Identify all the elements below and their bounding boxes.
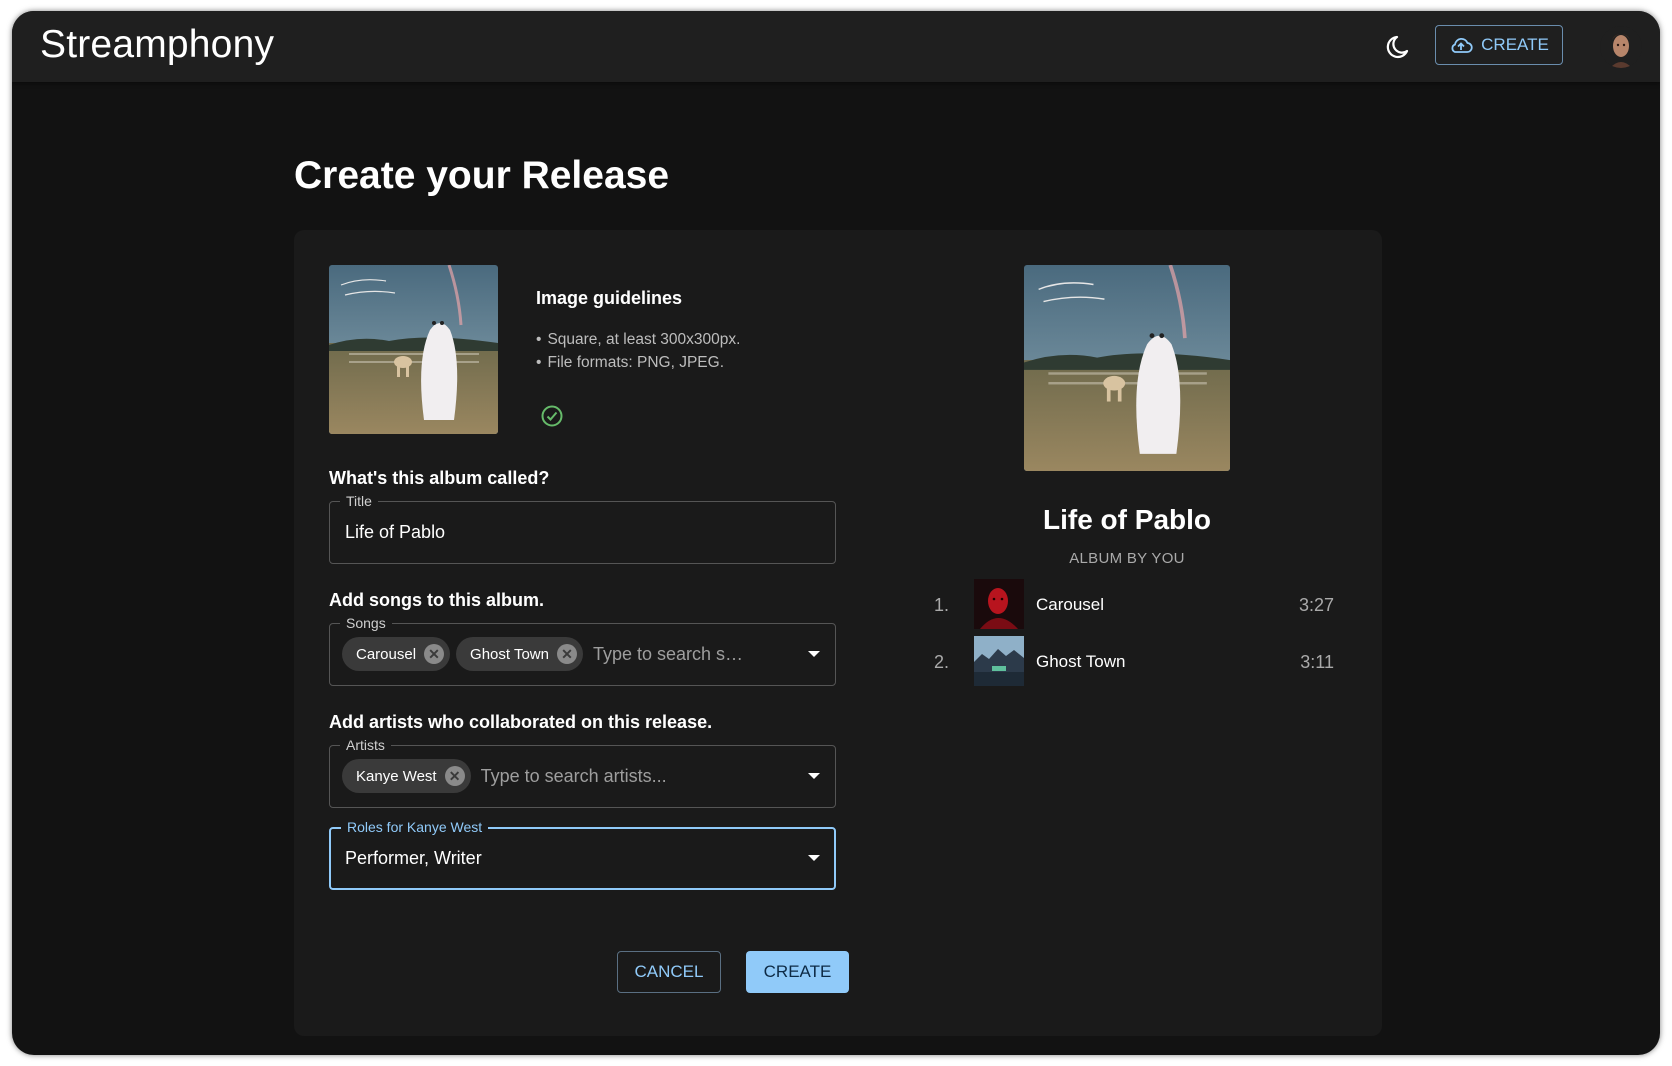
roles-select[interactable]: Roles for Kanye West Performer, Writer bbox=[329, 819, 836, 890]
artists-question: Add artists who collaborated on this rel… bbox=[329, 712, 713, 732]
title-input[interactable]: Life of Pablo bbox=[345, 522, 445, 543]
theme-toggle-button[interactable] bbox=[1376, 27, 1416, 67]
close-icon[interactable]: ✕ bbox=[424, 644, 445, 664]
user-avatar[interactable] bbox=[1600, 26, 1642, 68]
artists-field[interactable]: Artists Kanye West ✕ Type to search arti… bbox=[329, 737, 836, 808]
songs-field[interactable]: Songs Carousel ✕ Ghost Town ✕ Type to se… bbox=[329, 615, 836, 686]
chevron-down-icon[interactable] bbox=[808, 773, 820, 779]
artist-chip[interactable]: Kanye West ✕ bbox=[342, 759, 471, 793]
preview-album-subtitle: ALBUM BY YOU bbox=[1069, 550, 1185, 567]
chevron-down-icon[interactable] bbox=[808, 651, 820, 657]
songs-question: Add songs to this album. bbox=[329, 590, 544, 610]
artists-legend: Artists bbox=[340, 737, 391, 753]
roles-legend: Roles for Kanye West bbox=[341, 819, 489, 835]
song-chip[interactable]: Carousel ✕ bbox=[342, 637, 451, 671]
header-create-label: CREATE bbox=[1481, 35, 1549, 54]
track-title: Carousel bbox=[1036, 595, 1105, 614]
brand-logo[interactable]: Streamphony bbox=[40, 23, 274, 67]
guideline-item: Square, at least 300x300px. bbox=[536, 328, 740, 351]
guideline-item: File formats: PNG, JPEG. bbox=[536, 351, 740, 374]
track-row[interactable]: 2. Ghost Town 3:11 bbox=[934, 636, 1334, 688]
track-duration: 3:11 bbox=[1300, 652, 1334, 672]
page-title: Create your Release bbox=[294, 154, 670, 197]
track-number: 1. bbox=[934, 595, 950, 615]
chip-label: Ghost Town bbox=[470, 645, 549, 663]
check-circle-icon bbox=[540, 404, 564, 428]
artists-chip-list: Kanye West ✕ Type to search artists... bbox=[342, 759, 667, 793]
close-icon[interactable]: ✕ bbox=[444, 766, 465, 786]
track-title: Ghost Town bbox=[1036, 652, 1126, 671]
album-cover-art bbox=[329, 265, 498, 434]
app-window: Streamphony CREATE Create your Release I… bbox=[12, 11, 1660, 1055]
guidelines-list: Square, at least 300x300px. File formats… bbox=[536, 328, 740, 374]
cancel-button[interactable]: CANCEL bbox=[617, 951, 721, 993]
chip-label: Kanye West bbox=[356, 767, 437, 785]
album-cover-art bbox=[1024, 265, 1230, 471]
song-chip[interactable]: Ghost Town ✕ bbox=[456, 637, 583, 671]
track-duration: 3:27 bbox=[1298, 595, 1334, 615]
app-bar: Streamphony CREATE bbox=[12, 11, 1660, 82]
guidelines-title: Image guidelines bbox=[536, 288, 683, 308]
avatar-image bbox=[1600, 26, 1642, 68]
track-thumbnail bbox=[974, 579, 1024, 629]
close-icon[interactable]: ✕ bbox=[556, 644, 577, 664]
track-number: 2. bbox=[934, 652, 950, 672]
track-thumbnail bbox=[974, 636, 1024, 686]
title-question: What's this album called? bbox=[329, 468, 550, 488]
cover-upload-image[interactable] bbox=[329, 265, 498, 434]
moon-icon bbox=[1386, 35, 1409, 59]
title-legend: Title bbox=[340, 493, 378, 509]
track-row[interactable]: 1. Carousel 3:27 bbox=[934, 579, 1334, 631]
preview-cover-image bbox=[1024, 265, 1230, 471]
preview-album-title: Life of Pablo bbox=[1043, 504, 1211, 535]
header-create-button[interactable]: CREATE bbox=[1435, 25, 1563, 65]
songs-search-input[interactable]: Type to search s… bbox=[593, 644, 743, 665]
chip-label: Carousel bbox=[356, 645, 417, 663]
songs-chip-list: Carousel ✕ Ghost Town ✕ Type to search s… bbox=[342, 637, 743, 671]
artists-search-input[interactable]: Type to search artists... bbox=[481, 766, 667, 787]
songs-legend: Songs bbox=[340, 615, 392, 631]
release-form-card: Image guidelines Square, at least 300x30… bbox=[294, 230, 1382, 1036]
cloud-upload-icon bbox=[1451, 37, 1473, 53]
title-field[interactable]: Title Life of Pablo bbox=[329, 493, 836, 564]
create-button[interactable]: CREATE bbox=[746, 951, 849, 993]
chevron-down-icon[interactable] bbox=[808, 855, 820, 861]
roles-value[interactable]: Performer, Writer bbox=[345, 848, 482, 869]
